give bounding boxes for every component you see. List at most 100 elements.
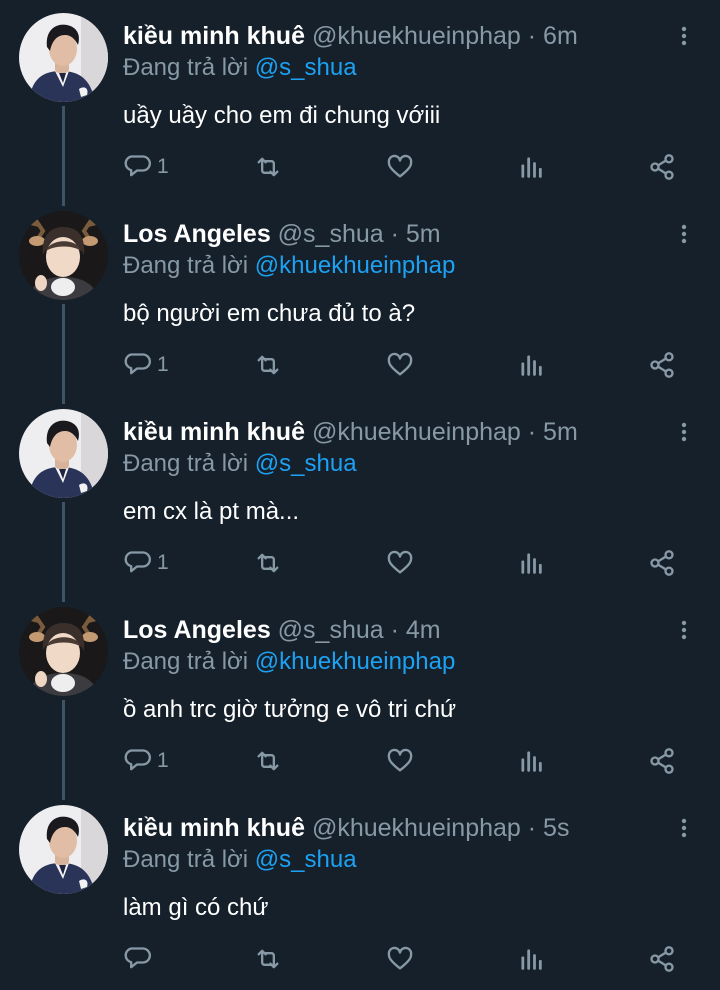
separator-dot: · <box>390 220 399 248</box>
analytics-button[interactable] <box>517 348 545 382</box>
analytics-button[interactable] <box>517 942 545 976</box>
like-button[interactable] <box>386 150 414 184</box>
avatar[interactable] <box>19 607 108 696</box>
reply-thread: kiều minh khuê @khuekhueinphap · 6m Đang… <box>0 0 720 981</box>
share-button[interactable] <box>648 150 676 184</box>
replying-to-handle[interactable]: @khuekhueinphap <box>255 648 456 675</box>
reply-count: 1 <box>157 551 169 574</box>
more-options-button[interactable] <box>672 614 696 646</box>
reply-count: 1 <box>157 353 169 376</box>
reply-bubble-icon <box>124 353 151 375</box>
analytics-icon <box>521 553 542 574</box>
tweet-text: làm gì có chứ <box>123 894 269 921</box>
display-name[interactable]: kiều minh khuê <box>123 22 305 50</box>
tweet[interactable]: kiều minh khuê @khuekhueinphap · 5m Đang… <box>0 396 720 602</box>
heart-icon <box>387 946 413 970</box>
replying-to-handle[interactable]: @khuekhueinphap <box>255 252 456 279</box>
more-options-button[interactable] <box>672 20 696 52</box>
retweet-button[interactable] <box>254 744 282 778</box>
display-name[interactable]: Los Angeles <box>123 616 271 644</box>
replying-to: Đang trả lời @s_shua <box>123 52 357 84</box>
replying-to-label: Đang trả lời <box>123 252 249 279</box>
share-icon <box>650 748 674 774</box>
reply-button[interactable]: 1 <box>123 150 169 184</box>
replying-to: Đang trả lời @khuekhueinphap <box>123 646 455 678</box>
user-handle[interactable]: @khuekhueinphap <box>312 418 521 446</box>
reply-button[interactable]: 1 <box>123 546 169 580</box>
retweet-icon <box>257 157 279 177</box>
heart-icon <box>387 352 413 376</box>
tweet[interactable]: Los Angeles @s_shua · 5m Đang trả lời @k… <box>0 198 720 404</box>
avatar[interactable] <box>19 805 108 894</box>
analytics-button[interactable] <box>517 546 545 580</box>
tweet-header: kiều minh khuê @khuekhueinphap · 6m <box>123 20 578 52</box>
timestamp[interactable]: 5s <box>543 814 569 842</box>
retweet-button[interactable] <box>254 546 282 580</box>
tweet-text: uầy uầy cho em đi chung vớiii <box>123 102 441 129</box>
timestamp[interactable]: 5m <box>406 220 441 248</box>
retweet-button[interactable] <box>254 348 282 382</box>
user-handle[interactable]: @khuekhueinphap <box>312 22 521 50</box>
retweet-button[interactable] <box>254 942 282 976</box>
reply-button[interactable]: 1 <box>123 744 169 778</box>
like-button[interactable] <box>386 942 414 976</box>
more-options-button[interactable] <box>672 218 696 250</box>
analytics-icon <box>521 949 542 970</box>
timestamp[interactable]: 5m <box>543 418 578 446</box>
tweet-text: ồ anh trc giờ tưởng e vô tri chứ <box>123 696 457 723</box>
reply-bubble-icon <box>124 155 151 177</box>
user-handle[interactable]: @s_shua <box>278 220 384 248</box>
reply-bubble-icon <box>124 947 151 969</box>
thread-connector <box>62 502 65 602</box>
heart-icon <box>387 748 413 772</box>
like-button[interactable] <box>386 744 414 778</box>
replying-to: Đang trả lời @khuekhueinphap <box>123 250 455 282</box>
separator-dot: · <box>390 616 399 644</box>
user-handle[interactable]: @khuekhueinphap <box>312 814 521 842</box>
retweet-button[interactable] <box>254 150 282 184</box>
avatar[interactable] <box>19 409 108 498</box>
more-options-button[interactable] <box>672 812 696 844</box>
share-button[interactable] <box>648 942 676 976</box>
analytics-button[interactable] <box>517 744 545 778</box>
avatar[interactable] <box>19 211 108 300</box>
tweet[interactable]: kiều minh khuê @khuekhueinphap · 5s Đang… <box>0 792 720 990</box>
tweet[interactable]: Los Angeles @s_shua · 4m Đang trả lời @k… <box>0 594 720 800</box>
replying-to-handle[interactable]: @s_shua <box>255 54 357 81</box>
reply-bubble-icon <box>124 749 151 771</box>
tweet-actions: 1 <box>123 348 683 382</box>
tweet-text: em cx là pt mà... <box>123 498 300 525</box>
avatar[interactable] <box>19 13 108 102</box>
replying-to-handle[interactable]: @s_shua <box>255 846 357 873</box>
share-icon <box>650 154 674 180</box>
share-button[interactable] <box>648 546 676 580</box>
analytics-button[interactable] <box>517 150 545 184</box>
like-button[interactable] <box>386 348 414 382</box>
thread-connector <box>62 106 65 206</box>
more-vertical-icon <box>681 26 687 46</box>
separator-dot: · <box>527 814 537 842</box>
more-options-button[interactable] <box>672 416 696 448</box>
share-icon <box>650 946 674 972</box>
display-name[interactable]: kiều minh khuê <box>123 814 305 842</box>
replying-to-handle[interactable]: @s_shua <box>255 450 357 477</box>
tweet-actions: 1 <box>123 150 683 184</box>
tweet[interactable]: kiều minh khuê @khuekhueinphap · 6m Đang… <box>0 0 720 206</box>
replying-to-label: Đang trả lời <box>123 846 249 873</box>
tweet-header: Los Angeles @s_shua · 5m <box>123 218 441 250</box>
timestamp[interactable]: 6m <box>543 22 578 50</box>
thread-connector <box>62 304 65 404</box>
retweet-icon <box>257 949 279 969</box>
display-name[interactable]: kiều minh khuê <box>123 418 305 446</box>
reply-button[interactable]: 1 <box>123 348 169 382</box>
share-button[interactable] <box>648 348 676 382</box>
share-icon <box>650 352 674 378</box>
reply-button[interactable] <box>123 942 157 976</box>
like-button[interactable] <box>386 546 414 580</box>
retweet-icon <box>257 355 279 375</box>
replying-to: Đang trả lời @s_shua <box>123 448 357 480</box>
user-handle[interactable]: @s_shua <box>278 616 384 644</box>
display-name[interactable]: Los Angeles <box>123 220 271 248</box>
share-button[interactable] <box>648 744 676 778</box>
timestamp[interactable]: 4m <box>406 616 441 644</box>
